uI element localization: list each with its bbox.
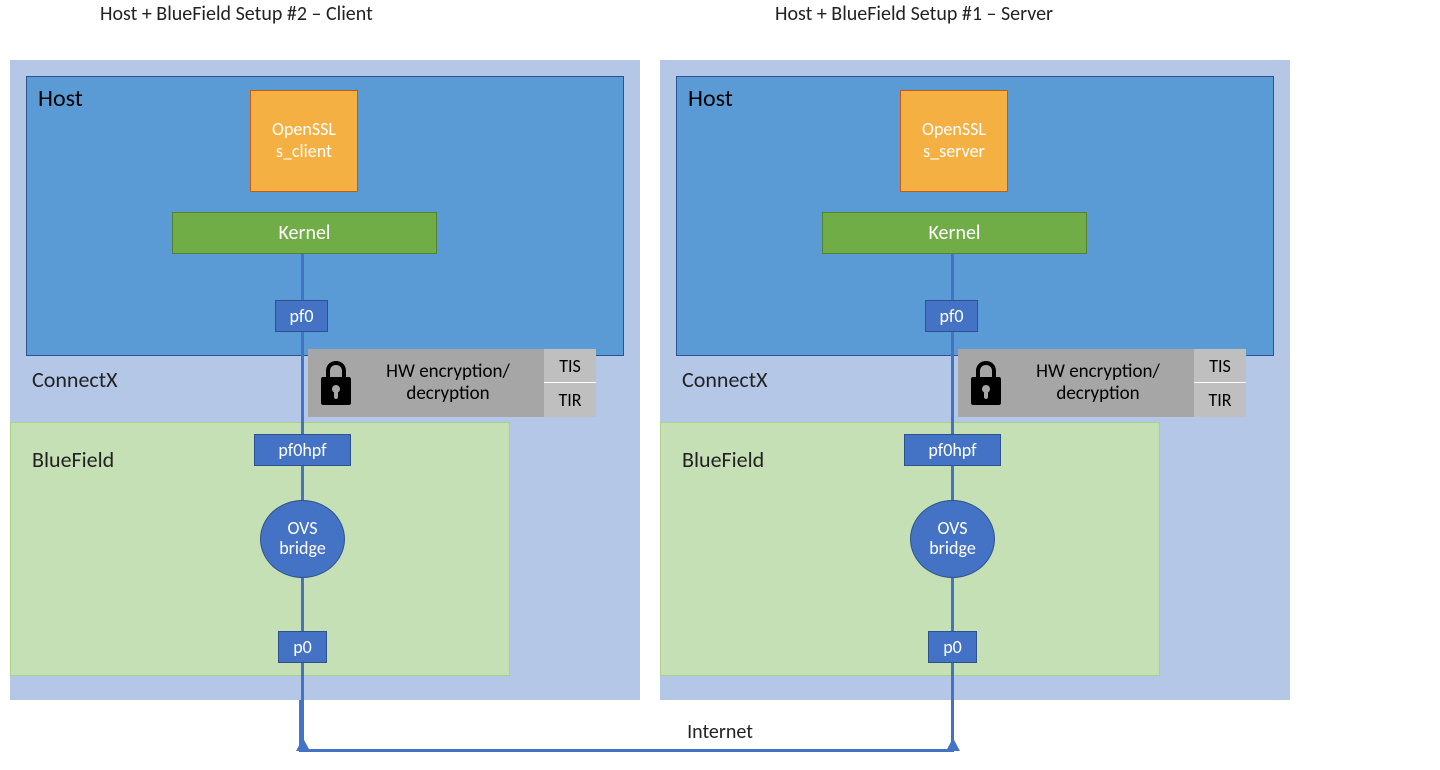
hw-line1: HW encryption/ [1036, 360, 1160, 383]
setup-client: Host OpenSSL s_client Kernel pf0 Connect… [10, 60, 640, 700]
ovs-label-bottom: bridge [279, 539, 326, 559]
ovs-label-bottom: bridge [929, 539, 976, 559]
ovs-bridge: OVS bridge [910, 500, 995, 578]
ovs-bridge: OVS bridge [260, 500, 345, 578]
openssl-label: OpenSSL [272, 119, 336, 141]
diagram-canvas: Host + BlueField Setup #2 – Client Host … [0, 0, 1440, 770]
tir-box: TIR [544, 383, 596, 417]
kernel-box: Kernel [822, 212, 1087, 254]
internet-up-right [951, 700, 954, 752]
port-pf0: pf0 [925, 300, 978, 332]
internet-up-left [299, 700, 302, 752]
link-pf0hpf-ovs [301, 465, 304, 503]
openssl-mode-label: s_client [276, 141, 332, 163]
tir-box: TIR [1194, 383, 1246, 417]
bluefield-label: BlueField [32, 446, 114, 473]
port-pf0hpf: pf0hpf [254, 434, 351, 466]
title-client: Host + BlueField Setup #2 – Client [100, 2, 373, 26]
port-p0: p0 [928, 631, 977, 663]
hw-line2: decryption [1056, 382, 1139, 405]
openssl-server-box: OpenSSL s_server [900, 90, 1008, 192]
link-ovs-p0 [301, 576, 304, 633]
internet-link [302, 749, 951, 752]
hw-line1: HW encryption/ [386, 360, 510, 383]
host-label: Host [38, 84, 83, 113]
connectx-label: ConnectX [682, 366, 768, 393]
internet-label: Internet [620, 720, 820, 744]
openssl-mode-label: s_server [923, 141, 985, 163]
hw-encryption-box: HW encryption/ decryption TIS TIR [958, 349, 1248, 417]
link-ovs-p0 [951, 576, 954, 633]
bluefield-label: BlueField [682, 446, 764, 473]
lock-icon [968, 361, 1004, 405]
title-server: Host + BlueField Setup #1 – Server [775, 2, 1053, 26]
port-p0: p0 [278, 631, 327, 663]
link-pf0-pf0hpf [951, 332, 954, 438]
openssl-label: OpenSSL [922, 119, 986, 141]
lock-icon [318, 361, 354, 405]
port-pf0hpf: pf0hpf [904, 434, 1001, 466]
hw-line2: decryption [406, 382, 489, 405]
link-kernel-pf0 [951, 254, 954, 302]
hw-encryption-box: HW encryption/ decryption TIS TIR [308, 349, 598, 417]
setup-server: Host OpenSSL s_server Kernel pf0 Connect… [660, 60, 1290, 700]
link-kernel-pf0 [301, 254, 304, 302]
openssl-client-box: OpenSSL s_client [250, 90, 358, 192]
link-pf0-pf0hpf [301, 332, 304, 438]
port-pf0: pf0 [275, 300, 328, 332]
tis-box: TIS [544, 349, 596, 383]
link-pf0hpf-ovs [951, 465, 954, 503]
kernel-box: Kernel [172, 212, 437, 254]
tis-box: TIS [1194, 349, 1246, 383]
connectx-label: ConnectX [32, 366, 118, 393]
host-label: Host [688, 84, 733, 113]
